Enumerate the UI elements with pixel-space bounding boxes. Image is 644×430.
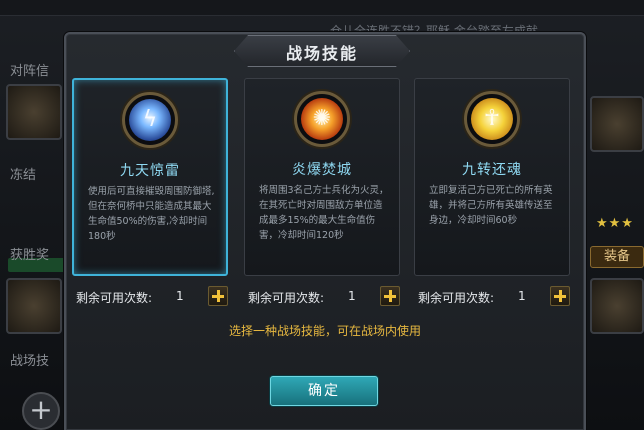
flame-burst-icon: ✺ — [294, 91, 350, 147]
background-right-column: ★★★ 装备 — [590, 50, 644, 430]
uses-label: 剩余可用次数: — [418, 291, 495, 305]
background-label: 冻结 — [10, 168, 37, 183]
skill-name: 九天惊雷 — [120, 163, 180, 179]
revive-icon: ☥ — [464, 91, 520, 147]
add-uses-button[interactable] — [380, 286, 400, 306]
background-slot — [6, 84, 62, 140]
background-add-icon: + — [22, 392, 60, 430]
skill-description: 使用后可直接摧毁周围防御塔,但在奈何桥中只能造成其最大生命值50%的伤害,冷却时… — [88, 186, 215, 242]
skill-name: 炎爆焚城 — [292, 162, 352, 178]
confirm-button[interactable]: 确定 — [270, 376, 378, 406]
background-top-bar — [0, 0, 644, 16]
dialog-title: 战场技能 — [285, 44, 358, 63]
background-slot — [590, 278, 644, 334]
background-left-column: 对阵信 冻结 获胜奖 战场技 — [0, 50, 70, 430]
background-label: 对阵信 — [10, 64, 50, 79]
skill-card-jiuzhuan-huanhun[interactable]: ☥ 九转还魂 立即复活己方已死亡的所有英雄，并将己方所有英雄传送至身边，冷却时间… — [414, 78, 570, 276]
uses-count: 1 — [176, 289, 184, 303]
background-slot — [6, 278, 62, 334]
background-equip-button: 装备 — [590, 246, 644, 268]
skill-uses-row: 剩余可用次数: 1 — [244, 286, 400, 308]
skill-card-yanbao-fencheng[interactable]: ✺ 炎爆焚城 将周围3名己方士兵化为火灵，在其死亡时对周围敌方单位造成最多15%… — [244, 78, 400, 276]
skill-description: 立即复活己方已死亡的所有英雄，并将己方所有英雄传送至身边，冷却时间60秒 — [429, 185, 553, 226]
uses-label: 剩余可用次数: — [248, 291, 325, 305]
background-label: 获胜奖 — [10, 248, 50, 263]
add-uses-button[interactable] — [550, 286, 570, 306]
skill-card-jiutian-jinglei[interactable]: ϟ 九天惊雷 使用后可直接摧毁周围防御塔,但在奈何桥中只能造成其最大生命值50%… — [72, 78, 228, 276]
uses-count: 1 — [348, 289, 356, 303]
uses-count: 1 — [518, 289, 526, 303]
skill-uses-row: 剩余可用次数: 1 — [414, 286, 570, 308]
uses-label: 剩余可用次数: — [76, 291, 153, 305]
add-uses-button[interactable] — [208, 286, 228, 306]
background-slot — [590, 96, 644, 152]
skill-uses-row: 剩余可用次数: 1 — [72, 286, 228, 308]
background-label: 战场技 — [10, 354, 50, 369]
skill-name: 九转还魂 — [462, 162, 522, 178]
selection-hint: 选择一种战场技能，可在战场内使用 — [228, 324, 421, 338]
background-stars: ★★★ — [596, 216, 634, 231]
lightning-icon: ϟ — [122, 92, 178, 148]
skill-description: 将周围3名己方士兵化为火灵，在其死亡时对周围敌方单位造成最多15%的最大生命值伤… — [259, 185, 389, 241]
